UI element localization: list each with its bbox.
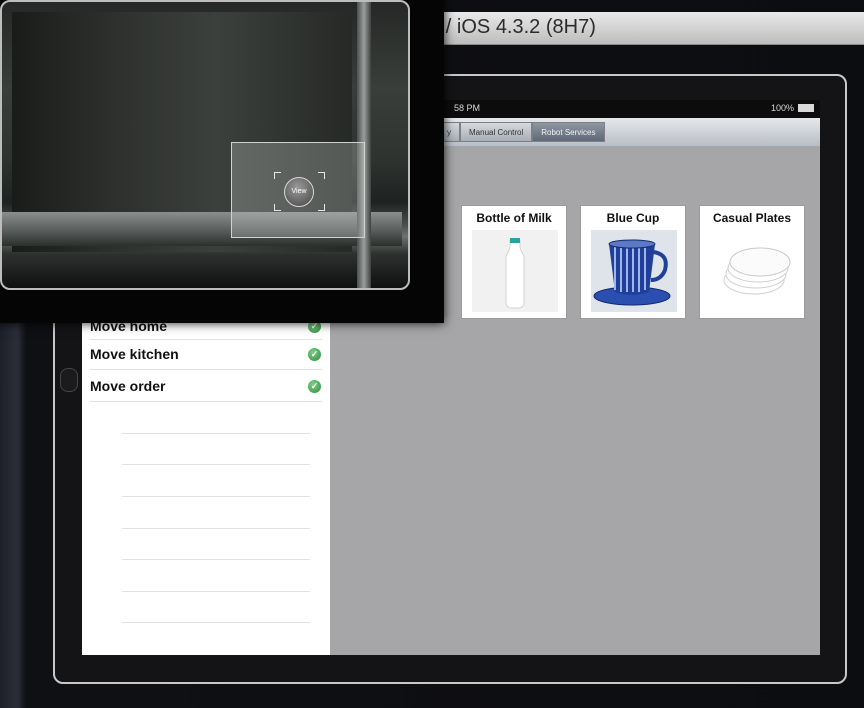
battery-percent: 100% xyxy=(770,103,794,113)
object-title: Blue Cup xyxy=(606,211,660,225)
task-label-move-order[interactable]: Move order xyxy=(90,378,165,394)
row-separator xyxy=(122,464,310,465)
row-separator xyxy=(122,591,310,592)
tab-robot-services[interactable]: Robot Services xyxy=(532,122,605,142)
object-title: Bottle of Milk xyxy=(476,211,552,225)
object-title: Casual Plates xyxy=(712,211,792,225)
milk-bottle-image xyxy=(472,230,558,312)
battery-icon xyxy=(798,104,814,112)
task-label-move-kitchen[interactable]: Move kitchen xyxy=(90,346,179,362)
home-button[interactable] xyxy=(60,368,78,392)
plates-image xyxy=(710,230,796,312)
object-card-bottle-of-milk[interactable]: Bottle of Milk xyxy=(461,205,567,319)
check-icon: ✓ xyxy=(308,348,321,361)
object-card-casual-plates[interactable]: Casual Plates xyxy=(699,205,805,319)
row-separator xyxy=(122,559,310,560)
simulator-title: ad / iOS 4.3.2 (8H7) xyxy=(418,16,596,38)
row-separator xyxy=(90,339,322,340)
row-separator xyxy=(122,528,310,529)
row-separator xyxy=(122,622,310,623)
status-time: 58 PM xyxy=(454,103,481,113)
status-battery: 100% xyxy=(771,103,814,113)
object-card-blue-cup[interactable]: Blue Cup xyxy=(580,205,686,319)
view-button[interactable]: View xyxy=(284,177,314,207)
row-separator xyxy=(90,401,322,402)
corner-bracket-icon xyxy=(318,204,325,211)
row-separator xyxy=(122,496,310,497)
corner-bracket-icon xyxy=(274,204,281,211)
camera-inset-panel xyxy=(0,0,444,323)
mode-segmented-control: y Manual Control Robot Services xyxy=(438,122,605,142)
row-separator xyxy=(90,369,322,370)
blue-cup-image xyxy=(591,230,677,312)
row-separator xyxy=(122,433,310,434)
tab-manual-control[interactable]: Manual Control xyxy=(460,122,533,142)
check-icon: ✓ xyxy=(308,380,321,393)
corner-bracket-icon xyxy=(274,172,281,179)
corner-bracket-icon xyxy=(318,172,325,179)
